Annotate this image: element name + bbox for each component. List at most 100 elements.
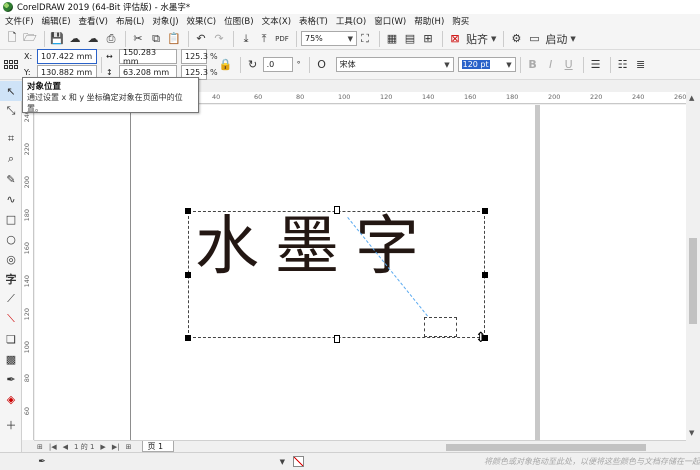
freehand-tool-icon[interactable]: ✎	[0, 169, 22, 189]
artistic-media-icon[interactable]: ∿	[0, 189, 22, 209]
next-page-icon[interactable]: ▶	[100, 443, 105, 451]
vertical-ruler[interactable]: 240 220 200 180 160 140 120 100 80 60	[22, 104, 34, 440]
selection-handle-top-left[interactable]	[185, 208, 191, 214]
text-align-icon[interactable]: ☰	[588, 56, 604, 74]
toolbar-separator	[308, 56, 310, 73]
vertical-scrollbar[interactable]: ▲ ▼	[686, 92, 700, 440]
x-position-input[interactable]: 107.422 mm	[37, 49, 97, 64]
copy-icon[interactable]: ⧉	[148, 30, 164, 48]
menu-file[interactable]: 文件(F)	[3, 15, 40, 27]
selection-handle-bottom-left[interactable]	[185, 335, 191, 341]
paragraph-format-icon[interactable]: ≣	[633, 56, 649, 74]
cloud-save-icon[interactable]: ☁	[85, 30, 101, 48]
menu-view[interactable]: 查看(V)	[77, 15, 114, 27]
eyedropper-tool-icon[interactable]: ✒	[0, 369, 22, 389]
height-icon: ↕	[106, 68, 113, 77]
full-screen-preview-icon[interactable]: ▦	[384, 30, 400, 48]
vertical-scroll-thumb[interactable]	[689, 238, 697, 324]
crop-tool-icon[interactable]: ⌗	[0, 129, 22, 149]
font-size-select[interactable]: 120 pt ▼	[457, 57, 516, 72]
new-document-icon[interactable]: 🗋	[4, 30, 20, 48]
print-icon[interactable]: ⎙	[103, 30, 119, 48]
horizontal-scroll-thumb[interactable]	[446, 443, 646, 451]
open-folder-icon[interactable]: 🗁	[22, 30, 38, 48]
redo-icon[interactable]: ↷	[211, 30, 227, 48]
save-icon[interactable]: 💾	[49, 30, 65, 48]
menu-object[interactable]: 对象(J)	[150, 15, 184, 27]
underline-button[interactable]: U	[561, 56, 577, 74]
undo-icon[interactable]: ↶	[193, 30, 209, 48]
bullet-list-icon[interactable]: ☷	[615, 56, 631, 74]
object-origin-icon[interactable]	[4, 55, 20, 75]
toolbar-separator	[101, 56, 102, 73]
menu-table[interactable]: 表格(T)	[297, 15, 334, 27]
snap-to-button[interactable]: 贴齐 ▼	[465, 30, 497, 48]
menu-help[interactable]: 帮助(H)	[412, 15, 450, 27]
zoom-to-page-icon[interactable]: ⛶	[357, 30, 373, 48]
import-icon[interactable]: ⤓	[238, 30, 254, 48]
rotation-input[interactable]: .0	[262, 57, 293, 72]
cut-icon[interactable]: ✂	[130, 30, 146, 48]
snap-off-icon[interactable]: ⊠	[447, 30, 463, 48]
resize-cursor-icon: ⇕	[475, 330, 487, 346]
eyedropper-icon[interactable]: ✒	[34, 453, 50, 470]
selection-handle-bottom-center[interactable]	[334, 335, 340, 343]
prev-page-icon[interactable]: ◀	[63, 443, 68, 451]
bold-button[interactable]: B	[525, 56, 541, 74]
show-guidelines-icon[interactable]: ⊞	[420, 30, 436, 48]
text-options-icon[interactable]: O	[314, 56, 330, 74]
menu-edit[interactable]: 编辑(E)	[40, 15, 77, 27]
export-icon[interactable]: ⤒	[256, 30, 272, 48]
add-page-after-icon[interactable]: ⊞	[126, 443, 132, 451]
paste-icon[interactable]: 📋	[166, 30, 182, 48]
scale-x-input[interactable]: 125.3	[181, 49, 208, 64]
app-launcher-icon[interactable]: ▭	[526, 30, 542, 48]
text-tool-icon[interactable]: 字	[0, 269, 22, 289]
lock-ratio-icon[interactable]: 🔒	[218, 56, 234, 74]
parallel-dimension-icon[interactable]: ⟋	[0, 289, 22, 309]
add-tool-icon[interactable]: ＋	[0, 415, 22, 435]
menu-effects[interactable]: 效果(C)	[185, 15, 223, 27]
first-page-icon[interactable]: |◀	[49, 443, 57, 451]
drawing-canvas[interactable]: 水墨字 ⇕	[35, 105, 686, 440]
scroll-down-icon[interactable]: ▼	[689, 429, 694, 437]
chevron-down-icon[interactable]: ▼	[277, 458, 285, 466]
menu-layout[interactable]: 布局(L)	[114, 15, 150, 27]
cloud-open-icon[interactable]: ☁	[67, 30, 83, 48]
show-rulers-icon[interactable]: ▤	[402, 30, 418, 48]
menu-text[interactable]: 文本(X)	[260, 15, 297, 27]
shape-tool-icon[interactable]: ⤡	[0, 101, 22, 121]
width-input[interactable]: 150.283 mm	[119, 48, 177, 66]
transparency-tool-icon[interactable]: ▩	[0, 349, 22, 369]
scroll-up-icon[interactable]: ▲	[689, 94, 694, 102]
selection-handle-top-center[interactable]	[334, 206, 340, 214]
selection-handle-mid-right[interactable]	[482, 272, 488, 278]
app-launcher-button[interactable]: 启动 ▼	[544, 30, 576, 48]
pick-tool-icon[interactable]: ↖	[0, 81, 22, 101]
horizontal-scrollbar[interactable]	[436, 442, 686, 452]
menu-buy[interactable]: 购买	[450, 15, 475, 27]
menu-tools[interactable]: 工具(O)	[334, 15, 372, 27]
zoom-tool-icon[interactable]: ⌕	[0, 149, 22, 169]
spiral-tool-icon[interactable]: ◎	[0, 249, 22, 269]
publish-pdf-icon[interactable]: PDF	[274, 30, 290, 48]
toolbar-separator	[442, 30, 443, 47]
window-title: CorelDRAW 2019 (64-Bit 评估版) - 水墨字*	[17, 3, 191, 13]
no-color-swatch-icon[interactable]	[293, 456, 304, 467]
menu-bitmaps[interactable]: 位图(B)	[222, 15, 259, 27]
connector-tool-icon[interactable]: ⟍	[0, 309, 22, 329]
selection-handle-top-right[interactable]	[482, 208, 488, 214]
ellipse-tool-icon[interactable]: ○	[0, 229, 22, 249]
zoom-level-select[interactable]: 75% ▼	[301, 31, 357, 46]
page-tab[interactable]: 页 1	[142, 441, 175, 452]
font-family-select[interactable]: 宋体 ▼	[335, 57, 454, 72]
menu-window[interactable]: 窗口(W)	[372, 15, 412, 27]
drop-shadow-icon[interactable]: ❏	[0, 329, 22, 349]
add-page-icon[interactable]: ⊞	[37, 443, 43, 451]
options-gear-icon[interactable]: ⚙	[508, 30, 524, 48]
selection-handle-mid-left[interactable]	[185, 272, 191, 278]
last-page-icon[interactable]: ▶|	[112, 443, 120, 451]
rectangle-tool-icon[interactable]: □	[0, 209, 22, 229]
interactive-fill-icon[interactable]: ◈	[0, 389, 22, 409]
italic-button[interactable]: I	[543, 56, 559, 74]
